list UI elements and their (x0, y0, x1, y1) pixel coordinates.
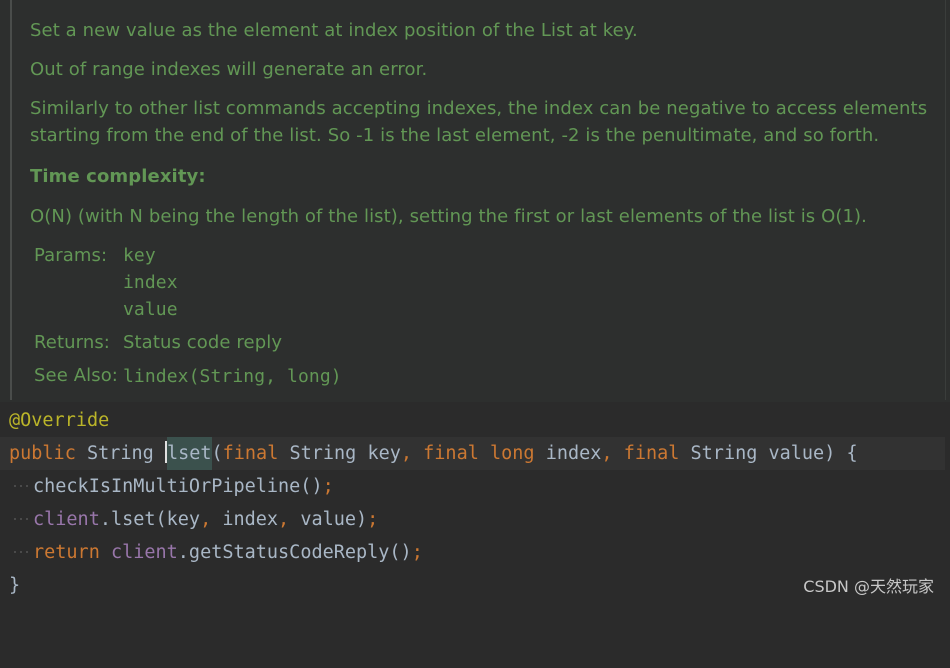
comma: , (200, 509, 212, 530)
doc-description-1: Set a new value as the element at index … (30, 20, 638, 41)
method-name-lset[interactable]: lset (166, 437, 212, 470)
param-value: value (768, 443, 825, 464)
doc-description-3b: starting from the end of the list. So -1… (30, 125, 880, 146)
closing-brace: } (9, 575, 21, 596)
doc-right-divider (945, 0, 946, 400)
kw-final: final (623, 443, 680, 464)
doc-complexity-heading: Time complexity: (30, 166, 206, 187)
arg-index: index (211, 509, 279, 530)
code-line-signature[interactable]: public String lset(final String key, fin… (0, 437, 945, 470)
doc-see-also-link[interactable]: lindex(String, long) (123, 366, 342, 387)
param-key: key (367, 443, 401, 464)
field-client: client (33, 509, 100, 530)
code-line-check[interactable]: checkIsInMultiOrPipeline(); (0, 470, 945, 503)
paren-close-brace: ) { (824, 443, 858, 464)
type-string: String (690, 443, 758, 464)
semicolon: ; (367, 509, 379, 530)
field-client: client (110, 542, 178, 563)
doc-description-3a: Similarly to other list commands accepti… (30, 98, 928, 119)
comma: , (400, 443, 413, 464)
doc-param-key: key (123, 245, 156, 266)
call-getStatusCodeReply: .getStatusCodeReply() (177, 542, 412, 563)
code-line-annotation[interactable]: @Override (0, 404, 945, 437)
semicolon: ; (322, 476, 334, 497)
comma: , (278, 509, 290, 530)
call-checkIsInMultiOrPipeline: checkIsInMultiOrPipeline() (33, 476, 323, 497)
semicolon: ; (411, 542, 423, 563)
kw-final: final (423, 443, 479, 464)
kw-public: public (9, 443, 76, 464)
indent-guide-dots (12, 551, 30, 553)
kw-long: long (490, 443, 535, 464)
paren-open: ( (211, 443, 223, 464)
type-string: String (86, 443, 154, 464)
code-line-return[interactable]: return client.getStatusCodeReply(); (0, 536, 945, 569)
doc-param-index: index (123, 272, 178, 293)
doc-param-value: value (123, 299, 178, 320)
kw-return: return (33, 542, 100, 563)
call-lset: .lset(key (99, 509, 201, 530)
type-string: String (289, 443, 357, 464)
comma: , (601, 443, 613, 464)
kw-final: final (222, 443, 279, 464)
doc-gutter-bar (10, 0, 12, 400)
doc-complexity-text: O(N) (with N being the length of the lis… (30, 206, 867, 227)
param-index: index (545, 443, 602, 464)
indent-guide-dots (12, 518, 30, 520)
indent-guide-dots (12, 485, 30, 487)
doc-params-label: Params: (34, 245, 108, 266)
doc-see-also-label: See Also: (34, 365, 118, 386)
watermark: CSDN @天然玩家 (803, 577, 934, 596)
doc-returns-label: Returns: (34, 332, 110, 353)
code-line-client-lset[interactable]: client.lset(key, index, value); (0, 503, 945, 536)
override-annotation: @Override (9, 410, 110, 431)
javadoc-popup: Set a new value as the element at index … (0, 0, 950, 402)
doc-returns-text: Status code reply (123, 332, 283, 353)
doc-description-2: Out of range indexes will generate an er… (30, 59, 428, 80)
arg-value: value) (289, 509, 368, 530)
